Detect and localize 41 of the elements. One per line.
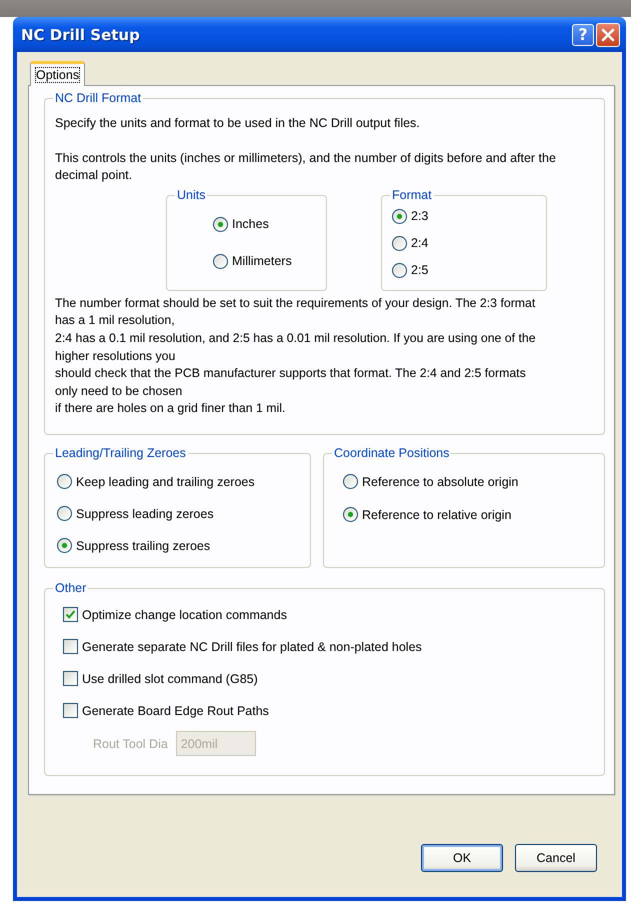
checkbox[interactable] (63, 607, 78, 622)
radio-button[interactable] (343, 474, 358, 489)
note-text: The number format should be set to suit the requirements of your design. The 2:3 format has a 1 mil resolution, 2:4 has a 0.1 mil resolution, and 2:5 has a 0.01 mil resolution. If you are using one of the higher resolutions you should check that the PCB manufacturer supports that format. The 2:4 and 2:5 formats only need to be chosen if there are holes on a grid finer than 1 mil. (55, 294, 537, 418)
checkbox-label: Generate separate NC Drill files for plated & non-plated holes (82, 640, 422, 654)
instruction-text: Specify the units and format to be used in the NC Drill output files. (55, 115, 421, 132)
radio-button[interactable] (57, 538, 72, 553)
checkbox-label: Use drilled slot command (G85) (82, 672, 258, 686)
radio-label: Reference to absolute origin (362, 474, 518, 488)
radio-label: Suppress trailing zeroes (76, 538, 210, 552)
checkbox-label: Generate Board Edge Rout Paths (82, 704, 269, 718)
radio-button[interactable] (392, 262, 407, 278)
checkbox[interactable] (63, 671, 78, 686)
radio-label: Suppress leading zeroes (76, 506, 214, 520)
group-title: Leading/Trailing Zeroes (53, 445, 188, 462)
radio-button[interactable] (57, 474, 72, 489)
radio-button[interactable] (213, 254, 228, 269)
radio-button[interactable] (213, 216, 228, 232)
radio-button[interactable] (343, 507, 358, 522)
radio-label: Reference to relative origin (362, 508, 512, 522)
instruction-text: This controls the units (inches or millimeters), and the number of digits before and after the decimal point. (55, 150, 557, 184)
check-icon (65, 609, 76, 620)
radio-button[interactable] (57, 506, 72, 521)
radio-label: 2:3 (411, 209, 428, 224)
radio-label: 2:5 (411, 263, 428, 278)
window-title: NC Drill Setup (21, 26, 141, 44)
radio-button[interactable] (392, 208, 407, 224)
radio-label: 2:4 (411, 236, 428, 250)
close-button[interactable] (596, 22, 620, 46)
checkbox-label: Optimize change location commands (82, 608, 287, 622)
help-button[interactable]: ? (572, 24, 594, 46)
dialog-button[interactable]: OK (421, 844, 503, 872)
radio-label: Keep leading and trailing zeroes (76, 474, 255, 488)
checkbox[interactable] (63, 703, 78, 718)
checkbox[interactable] (63, 639, 78, 654)
radio-button[interactable] (392, 236, 407, 251)
field-label: Rout Tool Dia (93, 736, 168, 750)
close-icon (600, 26, 616, 42)
radio-label: Inches (232, 217, 269, 232)
radio-label: Millimeters (232, 254, 292, 268)
dialog-button[interactable]: Cancel (515, 844, 597, 872)
tab[interactable]: Options (30, 61, 86, 86)
